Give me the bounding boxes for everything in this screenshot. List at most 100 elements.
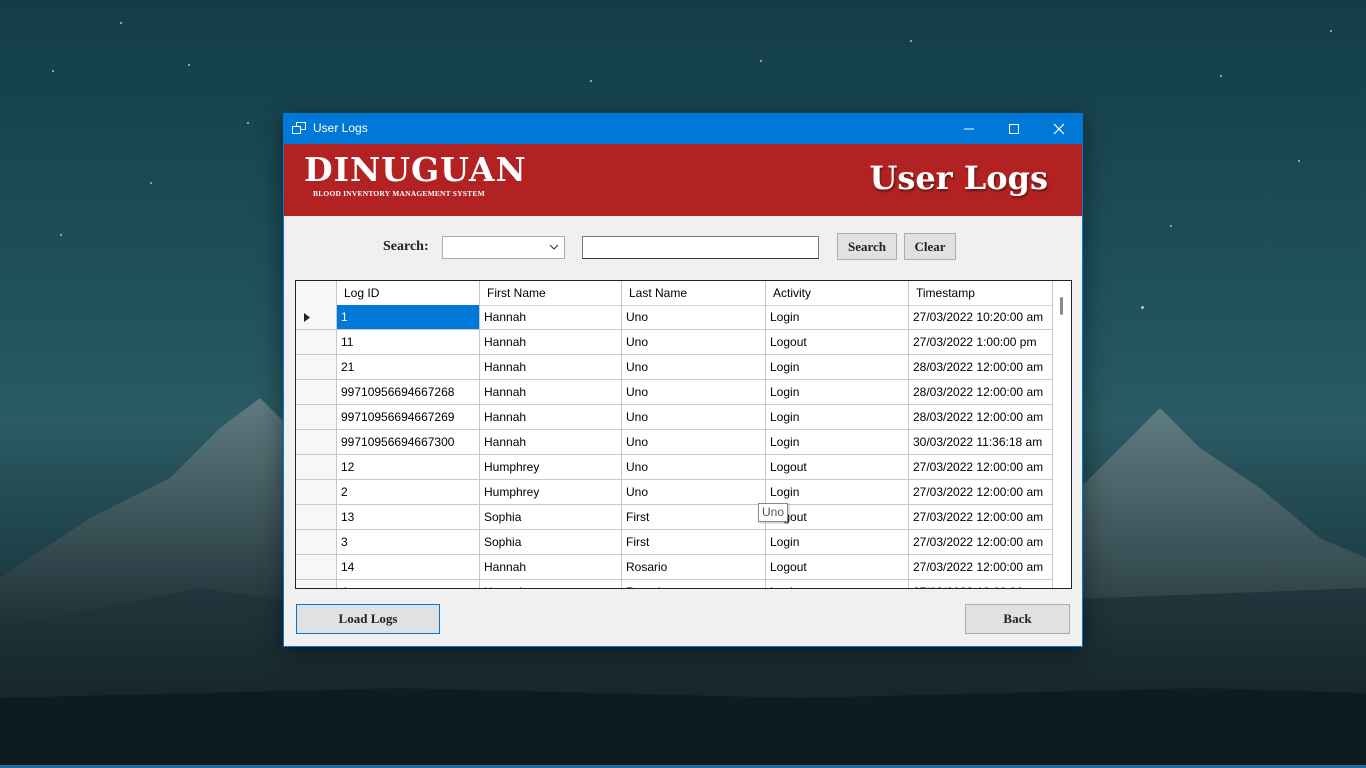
table-row[interactable]: 12 Humphrey Uno Logout 27/03/2022 12:00:00 a… (296, 455, 1053, 480)
column-header-log-id[interactable]: Log ID (337, 281, 480, 305)
column-header-first-name[interactable]: First Name (480, 281, 622, 305)
row-header[interactable] (296, 530, 337, 555)
cell-first-name[interactable]: Hannah (480, 405, 622, 430)
maximize-button[interactable] (991, 114, 1037, 144)
cell-last-name[interactable]: Uno (622, 305, 766, 330)
table-row[interactable]: 14 Hannah Rosario Logout 27/03/2022 12:00:00… (296, 555, 1053, 580)
cell-timestamp[interactable]: 28/03/2022 12:00:00 am (909, 405, 1053, 430)
cell-last-name[interactable]: First (622, 505, 766, 530)
cell-log-id[interactable]: 21 (337, 355, 480, 380)
cell-last-name[interactable]: First (622, 530, 766, 555)
row-header[interactable] (296, 580, 337, 588)
cell-first-name[interactable]: Hannah (480, 580, 622, 588)
cell-first-name[interactable]: Hannah (480, 430, 622, 455)
cell-timestamp[interactable]: 27/03/2022 12:00:00 am (909, 555, 1053, 580)
cell-log-id[interactable]: 1 (337, 305, 480, 330)
cell-log-id[interactable]: 99710956694667269 (337, 405, 480, 430)
cell-timestamp[interactable]: 27/03/2022 12:00:00 am (909, 530, 1053, 555)
column-header-activity[interactable]: Activity (766, 281, 909, 305)
cell-last-name[interactable]: Uno (622, 480, 766, 505)
cell-last-name[interactable]: Rosario (622, 555, 766, 580)
cell-first-name[interactable]: Hannah (480, 380, 622, 405)
minimize-button[interactable] (946, 114, 992, 144)
row-header[interactable] (296, 455, 337, 480)
row-header[interactable] (296, 480, 337, 505)
cell-log-id[interactable]: 99710956694667268 (337, 380, 480, 405)
table-row[interactable]: 99710956694667269 Hannah Uno Login 28/03/202… (296, 405, 1053, 430)
cell-first-name[interactable]: Hannah (480, 305, 622, 330)
cell-timestamp[interactable]: 28/03/2022 12:00:00 am (909, 355, 1053, 380)
table-row[interactable]: 21 Hannah Uno Login 28/03/2022 12:00:00 am (296, 355, 1053, 380)
cell-first-name[interactable]: Hannah (480, 555, 622, 580)
search-button[interactable]: Search (837, 233, 897, 260)
cell-activity[interactable]: Logout (766, 330, 909, 355)
table-row[interactable]: 2 Humphrey Uno Login 27/03/2022 12:00:00 am (296, 480, 1053, 505)
row-header[interactable] (296, 380, 337, 405)
cell-first-name[interactable]: Humphrey (480, 480, 622, 505)
close-button[interactable] (1036, 114, 1082, 144)
vertical-scrollbar[interactable] (1053, 281, 1071, 588)
table-row[interactable]: 3 Sophia First Login 27/03/2022 12:00:00 am (296, 530, 1053, 555)
table-row[interactable]: 99710956694667268 Hannah Uno Login 28/03/202… (296, 380, 1053, 405)
row-header[interactable] (296, 405, 337, 430)
title-bar[interactable]: User Logs (284, 114, 1082, 144)
cell-activity[interactable]: Login (766, 305, 909, 330)
row-header[interactable] (296, 505, 337, 530)
cell-activity[interactable]: Login (766, 430, 909, 455)
table-row[interactable]: 13 Sophia First Logout 27/03/2022 12:00:00 a… (296, 505, 1053, 530)
table-row[interactable]: 4HannahRosarioLogin27/03/2022 12:00:00 a… (296, 580, 1053, 588)
cell-activity[interactable]: Login (766, 530, 909, 555)
cell-last-name[interactable]: Uno (622, 430, 766, 455)
load-logs-button[interactable]: Load Logs (296, 604, 440, 634)
table-row[interactable]: 11 Hannah Uno Logout 27/03/2022 1:00:00 pm (296, 330, 1053, 355)
cell-last-name[interactable]: Uno (622, 330, 766, 355)
cell-first-name[interactable]: Sophia (480, 505, 622, 530)
cell-last-name[interactable]: Uno (622, 455, 766, 480)
cell-timestamp[interactable]: 27/03/2022 12:00:00 am (909, 480, 1053, 505)
cell-activity[interactable]: Logout (766, 455, 909, 480)
cell-log-id[interactable]: 12 (337, 455, 480, 480)
cell-log-id[interactable]: 99710956694667300 (337, 430, 480, 455)
cell-log-id[interactable]: 3 (337, 530, 480, 555)
cell-last-name[interactable]: Rosario (622, 580, 766, 588)
cell-first-name[interactable]: Sophia (480, 530, 622, 555)
clear-button[interactable]: Clear (904, 233, 956, 260)
cell-timestamp[interactable]: 27/03/2022 12:00:00 am (909, 505, 1053, 530)
cell-timestamp[interactable]: 28/03/2022 12:00:00 am (909, 380, 1053, 405)
scrollbar-thumb[interactable] (1060, 297, 1063, 315)
cell-activity[interactable]: Login (766, 355, 909, 380)
column-header-last-name[interactable]: Last Name (622, 281, 766, 305)
row-header[interactable] (296, 430, 337, 455)
cell-last-name[interactable]: Uno (622, 405, 766, 430)
search-input[interactable] (582, 236, 819, 259)
column-header-timestamp[interactable]: Timestamp (909, 281, 1053, 305)
cell-log-id[interactable]: 2 (337, 480, 480, 505)
cell-last-name[interactable]: Uno (622, 355, 766, 380)
table-row[interactable]: 99710956694667300 Hannah Uno Login 30/03/202… (296, 430, 1053, 455)
search-filter-dropdown[interactable] (442, 236, 565, 259)
table-row[interactable]: 1 Hannah Uno Login 27/03/2022 10:20:00 am (296, 305, 1053, 330)
row-header[interactable] (296, 555, 337, 580)
cell-log-id[interactable]: 13 (337, 505, 480, 530)
cell-activity[interactable]: Login (766, 580, 909, 588)
cell-log-id[interactable]: 14 (337, 555, 480, 580)
row-header[interactable] (296, 355, 337, 380)
cell-log-id[interactable]: 11 (337, 330, 480, 355)
logs-data-grid[interactable]: Log ID First Name Last Name Activity Tim… (295, 280, 1072, 589)
cell-timestamp[interactable]: 27/03/2022 1:00:00 pm (909, 330, 1053, 355)
cell-activity[interactable]: Login (766, 380, 909, 405)
cell-first-name[interactable]: Hannah (480, 330, 622, 355)
row-header[interactable] (296, 330, 337, 355)
cell-activity[interactable]: Logout (766, 555, 909, 580)
cell-log-id[interactable]: 4 (337, 580, 480, 588)
cell-first-name[interactable]: Humphrey (480, 455, 622, 480)
cell-timestamp[interactable]: 30/03/2022 11:36:18 am (909, 430, 1053, 455)
cell-first-name[interactable]: Hannah (480, 355, 622, 380)
back-button[interactable]: Back (965, 604, 1070, 634)
cell-activity[interactable]: Login (766, 405, 909, 430)
cell-last-name[interactable]: Uno (622, 380, 766, 405)
cell-timestamp[interactable]: 27/03/2022 12:00:00 am (909, 455, 1053, 480)
cell-timestamp[interactable]: 27/03/2022 10:20:00 am (909, 305, 1053, 330)
row-header[interactable] (296, 305, 337, 330)
cell-timestamp[interactable]: 27/03/2022 12:00:00 am (909, 580, 1053, 588)
